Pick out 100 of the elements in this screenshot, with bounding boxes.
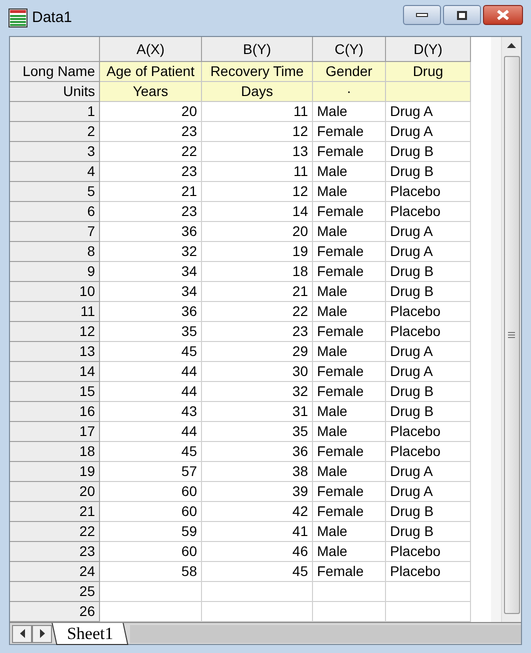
table-cell: Female (313, 322, 386, 342)
scroll-right-button[interactable] (32, 624, 52, 642)
close-icon (497, 10, 509, 20)
table-cell: Male (313, 302, 386, 322)
right-arrow-icon (40, 629, 44, 638)
table-cell: 39 (202, 482, 313, 502)
row-number[interactable]: 6 (10, 202, 100, 222)
table-cell: Drug A (386, 342, 471, 362)
table-cell: Drug B (386, 142, 471, 162)
long-name-cell: Gender (313, 62, 386, 82)
table-cell: Male (313, 402, 386, 422)
table-cell: Placebo (386, 202, 471, 222)
row-number[interactable]: 15 (10, 382, 100, 402)
row-number[interactable]: 7 (10, 222, 100, 242)
sheet-tab[interactable]: Sheet1 (52, 622, 129, 644)
table-cell: Female (313, 242, 386, 262)
table-cell: Drug A (386, 462, 471, 482)
table-cell: Placebo (386, 322, 471, 342)
table-cell: 45 (100, 442, 202, 462)
table-cell: Female (313, 142, 386, 162)
row-number[interactable]: 23 (10, 542, 100, 562)
table-cell: Drug B (386, 522, 471, 542)
table-cell: Drug A (386, 222, 471, 242)
spreadsheet-icon (8, 8, 28, 28)
minimize-button[interactable] (403, 5, 441, 25)
table-cell: 58 (100, 562, 202, 582)
row-number[interactable]: 4 (10, 162, 100, 182)
vertical-scrollbar[interactable] (501, 37, 521, 622)
table-cell: Drug A (386, 482, 471, 502)
row-number[interactable]: 11 (10, 302, 100, 322)
table-cell: Male (313, 542, 386, 562)
row-number[interactable]: 10 (10, 282, 100, 302)
long-name-cell: Drug (386, 62, 471, 82)
table-cell: 32 (202, 382, 313, 402)
column-header[interactable]: C(Y) (313, 37, 386, 62)
table-cell: Female (313, 502, 386, 522)
table-cell: 20 (202, 222, 313, 242)
table-cell: Male (313, 102, 386, 122)
table-cell: 22 (100, 142, 202, 162)
row-number[interactable]: 1 (10, 102, 100, 122)
table-cell: Male (313, 162, 386, 182)
row-number[interactable]: 16 (10, 402, 100, 422)
column-header[interactable]: A(X) (100, 37, 202, 62)
table-cell: Female (313, 562, 386, 582)
table-cell: Male (313, 282, 386, 302)
table-cell: Placebo (386, 542, 471, 562)
table-cell: 35 (100, 322, 202, 342)
row-number[interactable]: 2 (10, 122, 100, 142)
table-cell: 34 (100, 282, 202, 302)
table-cell: Drug B (386, 262, 471, 282)
long-name-cell: Recovery Time (202, 62, 313, 82)
scroll-left-button[interactable] (12, 624, 32, 642)
table-cell: 35 (202, 422, 313, 442)
table-cell: 11 (202, 102, 313, 122)
row-number[interactable]: 9 (10, 262, 100, 282)
row-number[interactable]: 17 (10, 422, 100, 442)
table-cell: Female (313, 262, 386, 282)
table-cell: Drug B (386, 502, 471, 522)
table-cell: 20 (100, 102, 202, 122)
table-cell: 23 (100, 202, 202, 222)
table-cell: 14 (202, 202, 313, 222)
up-arrow-icon (507, 43, 516, 48)
row-number[interactable]: 8 (10, 242, 100, 262)
table-cell: Female (313, 442, 386, 462)
row-number[interactable]: 18 (10, 442, 100, 462)
table-cell: 45 (100, 342, 202, 362)
table-cell: Placebo (386, 422, 471, 442)
scroll-thumb[interactable] (504, 56, 520, 614)
row-number[interactable]: 19 (10, 462, 100, 482)
row-number[interactable]: 13 (10, 342, 100, 362)
table-cell: 21 (100, 182, 202, 202)
horizontal-scrollbar[interactable] (130, 624, 521, 642)
table-cell: 42 (202, 502, 313, 522)
table-cell: Male (313, 522, 386, 542)
maximize-button[interactable] (443, 5, 481, 25)
table-cell: 34 (100, 262, 202, 282)
units-cell: · (313, 82, 386, 102)
close-button[interactable] (483, 5, 523, 25)
table-cell: 21 (202, 282, 313, 302)
row-number[interactable]: 25 (10, 582, 100, 602)
row-number[interactable]: 21 (10, 502, 100, 522)
row-number[interactable]: 22 (10, 522, 100, 542)
column-header[interactable]: B(Y) (202, 37, 313, 62)
table-cell: 60 (100, 482, 202, 502)
table-cell: 32 (100, 242, 202, 262)
row-number[interactable]: 24 (10, 562, 100, 582)
table-cell: 18 (202, 262, 313, 282)
column-header[interactable]: D(Y) (386, 37, 471, 62)
table-cell: 43 (100, 402, 202, 422)
row-number[interactable]: 5 (10, 182, 100, 202)
row-number[interactable]: 26 (10, 602, 100, 622)
row-number[interactable]: 14 (10, 362, 100, 382)
units-cell: Days (202, 82, 313, 102)
row-number[interactable]: 12 (10, 322, 100, 342)
table-cell: 19 (202, 242, 313, 262)
table-cell: 41 (202, 522, 313, 542)
table-cell: Female (313, 362, 386, 382)
table-cell: Drug B (386, 382, 471, 402)
row-number[interactable]: 20 (10, 482, 100, 502)
row-number[interactable]: 3 (10, 142, 100, 162)
